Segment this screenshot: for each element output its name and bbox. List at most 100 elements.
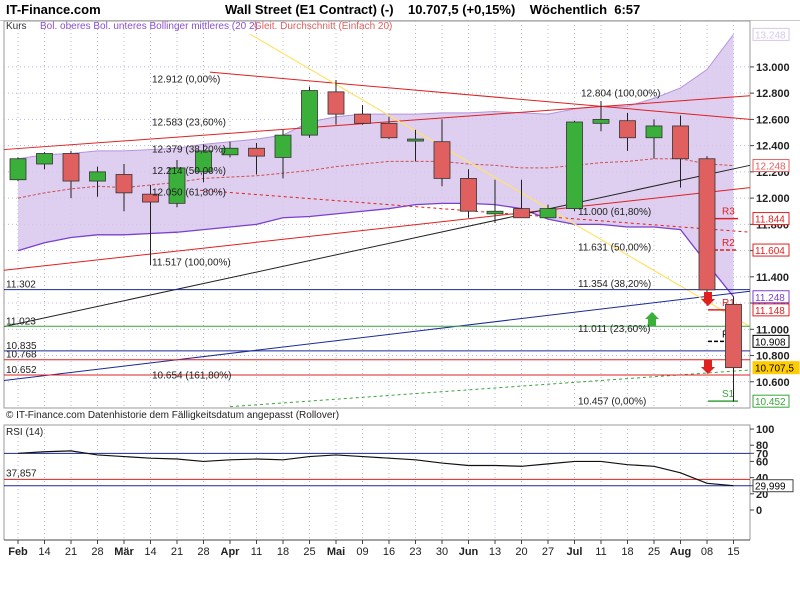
y-tick-label: 10.800 xyxy=(756,351,790,363)
fib-label: 12.912 (0,00%) xyxy=(152,74,220,85)
x-tick-label: 16 xyxy=(383,546,395,558)
x-tick-label: 18 xyxy=(277,546,289,558)
candle-body xyxy=(89,171,106,182)
legend-gleit: Gleit. Durchschnitt (Einfach 20) xyxy=(254,21,392,32)
candle-body xyxy=(725,303,742,369)
candle-body xyxy=(115,174,133,194)
fib-label: 11.354 (38,20%) xyxy=(578,279,651,290)
candle-body xyxy=(433,141,451,179)
fib-label: 10.457 (0,00%) xyxy=(578,397,646,408)
candle-body xyxy=(460,178,477,212)
rsi-y-tick-label: 60 xyxy=(756,456,768,468)
fib-label: 12.804 (100,00%) xyxy=(581,89,661,100)
candle-body xyxy=(380,122,398,139)
candle-body xyxy=(274,134,292,158)
fib-label: 12.050 (61,80%) xyxy=(152,188,226,199)
rsi-panel xyxy=(3,424,751,541)
value-badge-label: 10.908 xyxy=(755,337,786,348)
candle-body xyxy=(619,120,636,139)
rsi-title: RSI (14) xyxy=(6,427,43,438)
fib-label: 11.011 (23,60%) xyxy=(578,324,650,335)
fib-label: 10.654 (161,80%) xyxy=(152,371,232,382)
x-tick-label: 18 xyxy=(621,546,633,558)
y-tick-label: 11.400 xyxy=(756,272,789,284)
left-level-label: 10.652 xyxy=(6,365,37,376)
footer-note: © IT-Finance.com Datenhistorie dem Fälli… xyxy=(6,410,339,421)
x-tick-label: 28 xyxy=(197,546,209,558)
value-badge-label: 11.148 xyxy=(755,306,785,317)
candle-body xyxy=(486,210,504,215)
x-tick-label: 25 xyxy=(648,546,660,558)
x-tick-label: 25 xyxy=(303,546,315,558)
rsi-current-label: 29,999 xyxy=(755,482,786,493)
value-badge-label: 10.452 xyxy=(755,397,786,408)
pivot-label-r3: R3 xyxy=(722,207,735,218)
y-tick-label: 10.600 xyxy=(756,377,790,389)
fib-label: 11.517 (100,00%) xyxy=(152,257,231,268)
pivot-label-r2: R2 xyxy=(722,238,735,249)
candle-body xyxy=(62,153,80,182)
x-tick-label: 11 xyxy=(595,546,606,558)
y-tick-label: 12.800 xyxy=(756,88,790,100)
x-tick-label: 28 xyxy=(91,546,103,558)
candle-body xyxy=(645,125,663,139)
x-tick-label: 13 xyxy=(489,546,501,558)
value-badge-label: 12.248 xyxy=(755,162,786,173)
y-tick-label: 12.400 xyxy=(756,141,790,153)
fib-label: 11.631 (50,00%) xyxy=(578,243,651,254)
x-tick-label: 15 xyxy=(727,546,739,558)
fib-label: 12.379 (38,20%) xyxy=(152,144,226,155)
chart-window: IT-Finance.com Wall Street (E1 Contract)… xyxy=(0,0,800,600)
candle-body xyxy=(566,121,583,209)
fib-label: 12.583 (23,60%) xyxy=(152,118,226,129)
x-tick-label: 20 xyxy=(515,546,527,558)
left-level-label: 11.302 xyxy=(6,280,36,291)
x-tick-label: 23 xyxy=(409,546,421,558)
candle-body xyxy=(301,90,318,136)
pivot-label-s1: S1 xyxy=(722,389,735,400)
x-tick-label: Apr xyxy=(221,546,241,558)
x-tick-label: 14 xyxy=(144,546,156,558)
y-tick-label: 12.600 xyxy=(756,114,790,126)
x-tick-label: Jul xyxy=(567,546,583,558)
candle-body xyxy=(672,125,689,160)
fib-label: 11.000 (61,80%) xyxy=(578,207,651,218)
value-badge-label: 11.248 xyxy=(755,293,785,304)
y-tick-label: 12.000 xyxy=(756,193,790,205)
x-tick-label: 08 xyxy=(701,546,713,558)
x-tick-label: Aug xyxy=(670,546,691,558)
candle-body xyxy=(539,208,557,219)
y-tick-label: 13.000 xyxy=(756,62,790,74)
x-tick-label: Feb xyxy=(8,546,28,558)
x-tick-label: 21 xyxy=(65,546,77,558)
legend-kurs: Kurs xyxy=(6,21,27,32)
x-tick-label: Mai xyxy=(327,546,345,558)
rsi-level-label: 37,857 xyxy=(6,468,37,479)
x-tick-label: Mär xyxy=(114,546,134,558)
candle-body xyxy=(9,158,27,181)
y-tick-label: 11.000 xyxy=(756,324,789,336)
legend-bollinger: Bol. oberes Bol. unteres Bollinger mittl… xyxy=(40,21,258,32)
candle-body xyxy=(354,113,371,124)
x-tick-label: 21 xyxy=(171,546,183,558)
candle-body xyxy=(407,138,424,142)
fib-label: 12.214 (50,00%) xyxy=(152,166,226,177)
value-badge-label: 13.248 xyxy=(755,30,786,41)
value-badge-label: 11.844 xyxy=(755,215,785,226)
candle-body xyxy=(248,147,265,157)
candle-body xyxy=(592,118,610,124)
candle-body xyxy=(513,208,530,219)
x-tick-label: 14 xyxy=(38,546,50,558)
candle-body xyxy=(327,91,345,115)
x-tick-label: 09 xyxy=(356,546,368,558)
value-badge-label: 10.707,5 xyxy=(755,364,794,375)
chart-svg: R3R2R1PivS1 RSI (14)37,85710080706040302… xyxy=(0,20,800,600)
rsi-y-tick-label: 0 xyxy=(756,505,762,517)
x-tick-label: Jun xyxy=(459,546,479,558)
left-level-label: 10.768 xyxy=(6,350,37,361)
x-tick-label: 27 xyxy=(542,546,554,558)
candle-body xyxy=(36,153,53,165)
candle-body xyxy=(698,158,716,291)
x-tick-label: 11 xyxy=(251,546,262,558)
x-tick-label: 30 xyxy=(436,546,448,558)
